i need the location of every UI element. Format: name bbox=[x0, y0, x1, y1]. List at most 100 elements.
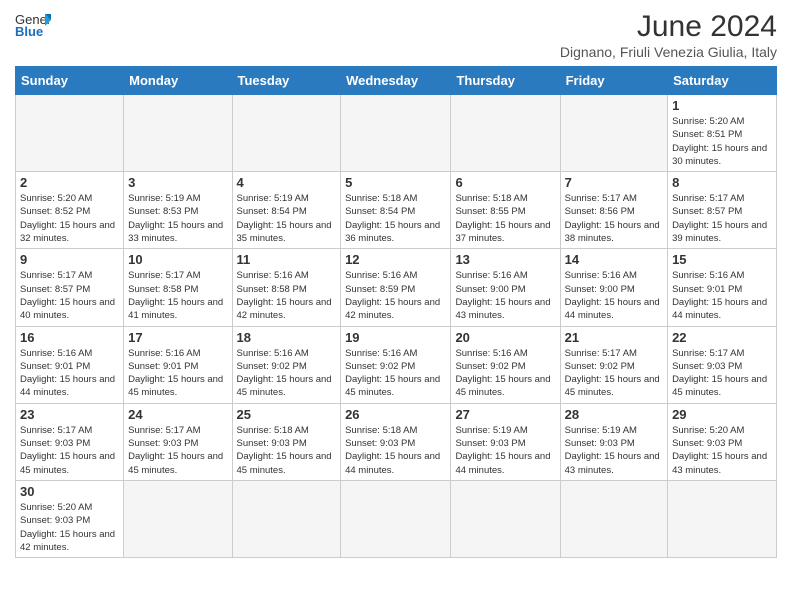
calendar-day-cell: 27 Sunrise: 5:19 AM Sunset: 9:03 PM Dayli… bbox=[451, 403, 560, 480]
day-info: Sunrise: 5:16 AM Sunset: 9:00 PM Dayligh… bbox=[565, 269, 663, 322]
calendar-header-row: SundayMondayTuesdayWednesdayThursdayFrid… bbox=[16, 67, 777, 95]
day-number: 8 bbox=[672, 175, 772, 190]
day-info: Sunrise: 5:17 AM Sunset: 9:03 PM Dayligh… bbox=[128, 424, 227, 477]
day-number: 17 bbox=[128, 330, 227, 345]
calendar-day-cell: 6Sunrise: 5:18 AM Sunset: 8:55 PM Daylig… bbox=[451, 172, 560, 249]
day-number: 4 bbox=[237, 175, 337, 190]
calendar-day-cell bbox=[232, 95, 341, 172]
day-info: Sunrise: 5:19 AM Sunset: 8:53 PM Dayligh… bbox=[128, 192, 227, 245]
day-number: 18 bbox=[237, 330, 337, 345]
calendar-day-cell bbox=[451, 95, 560, 172]
calendar-day-cell: 1Sunrise: 5:20 AM Sunset: 8:51 PM Daylig… bbox=[668, 95, 777, 172]
calendar-day-cell: 25Sunrise: 5:18 AM Sunset: 9:03 PM Dayli… bbox=[232, 403, 341, 480]
day-info: Sunrise: 5:17 AM Sunset: 8:57 PM Dayligh… bbox=[672, 192, 772, 245]
calendar-table: SundayMondayTuesdayWednesdayThursdayFrid… bbox=[15, 66, 777, 558]
day-number: 9 bbox=[20, 252, 119, 267]
calendar-week-row: 30 Sunrise: 5:20 AM Sunset: 9:03 PM Dayli… bbox=[16, 480, 777, 557]
calendar-day-cell: 17 Sunrise: 5:16 AM Sunset: 9:01 PM Dayli… bbox=[124, 326, 232, 403]
day-info: Sunrise: 5:20 AM Sunset: 9:03 PM Dayligh… bbox=[20, 501, 119, 554]
day-number: 16 bbox=[20, 330, 119, 345]
day-info: Sunrise: 5:17 AM Sunset: 8:56 PM Dayligh… bbox=[565, 192, 663, 245]
day-number: 12 bbox=[345, 252, 446, 267]
calendar-day-cell: 10 Sunrise: 5:17 AM Sunset: 8:58 PM Dayli… bbox=[124, 249, 232, 326]
header-sunday: Sunday bbox=[16, 67, 124, 95]
calendar-subtitle: Dignano, Friuli Venezia Giulia, Italy bbox=[560, 44, 777, 60]
calendar-day-cell: 24 Sunrise: 5:17 AM Sunset: 9:03 PM Dayli… bbox=[124, 403, 232, 480]
day-info: Sunrise: 5:16 AM Sunset: 9:02 PM Dayligh… bbox=[237, 347, 337, 400]
calendar-day-cell: 19Sunrise: 5:16 AM Sunset: 9:02 PM Dayli… bbox=[341, 326, 451, 403]
header-tuesday: Tuesday bbox=[232, 67, 341, 95]
calendar-day-cell: 3 Sunrise: 5:19 AM Sunset: 8:53 PM Daylig… bbox=[124, 172, 232, 249]
day-info: Sunrise: 5:20 AM Sunset: 8:52 PM Dayligh… bbox=[20, 192, 119, 245]
day-number: 11 bbox=[237, 252, 337, 267]
day-number: 29 bbox=[672, 407, 772, 422]
calendar-week-row: 16 Sunrise: 5:16 AM Sunset: 9:01 PM Dayli… bbox=[16, 326, 777, 403]
day-number: 23 bbox=[20, 407, 119, 422]
calendar-week-row: 1Sunrise: 5:20 AM Sunset: 8:51 PM Daylig… bbox=[16, 95, 777, 172]
calendar-week-row: 23 Sunrise: 5:17 AM Sunset: 9:03 PM Dayli… bbox=[16, 403, 777, 480]
day-info: Sunrise: 5:16 AM Sunset: 8:58 PM Dayligh… bbox=[237, 269, 337, 322]
day-number: 6 bbox=[455, 175, 555, 190]
calendar-day-cell: 30 Sunrise: 5:20 AM Sunset: 9:03 PM Dayli… bbox=[16, 480, 124, 557]
calendar-day-cell: 4 Sunrise: 5:19 AM Sunset: 8:54 PM Daylig… bbox=[232, 172, 341, 249]
day-info: Sunrise: 5:16 AM Sunset: 9:02 PM Dayligh… bbox=[345, 347, 446, 400]
calendar-day-cell: 20Sunrise: 5:16 AM Sunset: 9:02 PM Dayli… bbox=[451, 326, 560, 403]
calendar-week-row: 2 Sunrise: 5:20 AM Sunset: 8:52 PM Daylig… bbox=[16, 172, 777, 249]
calendar-day-cell bbox=[232, 480, 341, 557]
day-number: 28 bbox=[565, 407, 663, 422]
calendar-day-cell: 22Sunrise: 5:17 AM Sunset: 9:03 PM Dayli… bbox=[668, 326, 777, 403]
calendar-day-cell: 16 Sunrise: 5:16 AM Sunset: 9:01 PM Dayli… bbox=[16, 326, 124, 403]
day-number: 15 bbox=[672, 252, 772, 267]
day-number: 24 bbox=[128, 407, 227, 422]
calendar-day-cell bbox=[668, 480, 777, 557]
calendar-day-cell: 21 Sunrise: 5:17 AM Sunset: 9:02 PM Dayli… bbox=[560, 326, 667, 403]
page-header: General Blue June 2024 Dignano, Friuli V… bbox=[15, 10, 777, 60]
calendar-day-cell: 14Sunrise: 5:16 AM Sunset: 9:00 PM Dayli… bbox=[560, 249, 667, 326]
svg-text:Blue: Blue bbox=[15, 24, 43, 38]
day-info: Sunrise: 5:17 AM Sunset: 8:58 PM Dayligh… bbox=[128, 269, 227, 322]
calendar-day-cell: 9 Sunrise: 5:17 AM Sunset: 8:57 PM Daylig… bbox=[16, 249, 124, 326]
day-info: Sunrise: 5:16 AM Sunset: 8:59 PM Dayligh… bbox=[345, 269, 446, 322]
calendar-day-cell: 7Sunrise: 5:17 AM Sunset: 8:56 PM Daylig… bbox=[560, 172, 667, 249]
day-info: Sunrise: 5:19 AM Sunset: 8:54 PM Dayligh… bbox=[237, 192, 337, 245]
day-info: Sunrise: 5:17 AM Sunset: 9:02 PM Dayligh… bbox=[565, 347, 663, 400]
calendar-day-cell: 15Sunrise: 5:16 AM Sunset: 9:01 PM Dayli… bbox=[668, 249, 777, 326]
day-number: 10 bbox=[128, 252, 227, 267]
header-saturday: Saturday bbox=[668, 67, 777, 95]
day-info: Sunrise: 5:20 AM Sunset: 9:03 PM Dayligh… bbox=[672, 424, 772, 477]
day-info: Sunrise: 5:17 AM Sunset: 8:57 PM Dayligh… bbox=[20, 269, 119, 322]
calendar-day-cell: 13Sunrise: 5:16 AM Sunset: 9:00 PM Dayli… bbox=[451, 249, 560, 326]
calendar-day-cell: 23Sunrise: 5:17 AM Sunset: 9:03 PM Dayli… bbox=[16, 403, 124, 480]
day-info: Sunrise: 5:19 AM Sunset: 9:03 PM Dayligh… bbox=[455, 424, 555, 477]
generalblue-logo-icon: General Blue bbox=[15, 10, 51, 38]
day-number: 2 bbox=[20, 175, 119, 190]
day-info: Sunrise: 5:16 AM Sunset: 9:01 PM Dayligh… bbox=[128, 347, 227, 400]
calendar-day-cell: 26 Sunrise: 5:18 AM Sunset: 9:03 PM Dayli… bbox=[341, 403, 451, 480]
day-number: 5 bbox=[345, 175, 446, 190]
calendar-day-cell: 18 Sunrise: 5:16 AM Sunset: 9:02 PM Dayli… bbox=[232, 326, 341, 403]
calendar-day-cell: 29 Sunrise: 5:20 AM Sunset: 9:03 PM Dayli… bbox=[668, 403, 777, 480]
header-friday: Friday bbox=[560, 67, 667, 95]
day-info: Sunrise: 5:16 AM Sunset: 9:02 PM Dayligh… bbox=[455, 347, 555, 400]
day-number: 21 bbox=[565, 330, 663, 345]
day-number: 3 bbox=[128, 175, 227, 190]
calendar-day-cell: 11 Sunrise: 5:16 AM Sunset: 8:58 PM Dayli… bbox=[232, 249, 341, 326]
day-info: Sunrise: 5:19 AM Sunset: 9:03 PM Dayligh… bbox=[565, 424, 663, 477]
day-info: Sunrise: 5:18 AM Sunset: 9:03 PM Dayligh… bbox=[345, 424, 446, 477]
calendar-day-cell bbox=[341, 480, 451, 557]
day-info: Sunrise: 5:16 AM Sunset: 9:00 PM Dayligh… bbox=[455, 269, 555, 322]
day-number: 26 bbox=[345, 407, 446, 422]
header-monday: Monday bbox=[124, 67, 232, 95]
calendar-day-cell: 2 Sunrise: 5:20 AM Sunset: 8:52 PM Daylig… bbox=[16, 172, 124, 249]
calendar-week-row: 9 Sunrise: 5:17 AM Sunset: 8:57 PM Daylig… bbox=[16, 249, 777, 326]
day-info: Sunrise: 5:16 AM Sunset: 9:01 PM Dayligh… bbox=[20, 347, 119, 400]
calendar-day-cell bbox=[124, 95, 232, 172]
calendar-day-cell bbox=[560, 480, 667, 557]
calendar-title: June 2024 bbox=[560, 10, 777, 44]
day-info: Sunrise: 5:17 AM Sunset: 9:03 PM Dayligh… bbox=[672, 347, 772, 400]
calendar-day-cell bbox=[124, 480, 232, 557]
day-number: 25 bbox=[237, 407, 337, 422]
header-wednesday: Wednesday bbox=[341, 67, 451, 95]
day-number: 27 bbox=[455, 407, 555, 422]
day-number: 30 bbox=[20, 484, 119, 499]
